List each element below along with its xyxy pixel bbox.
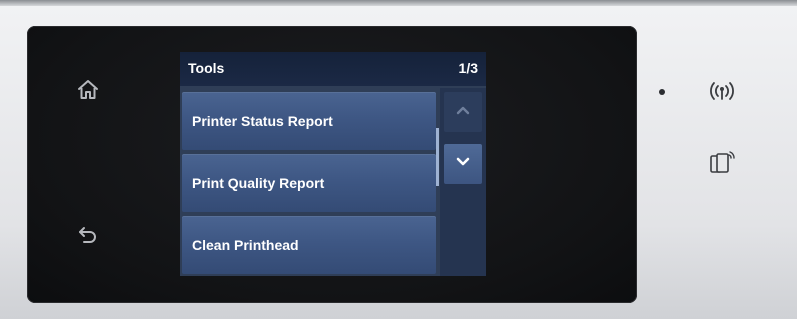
chevron-up-icon (455, 103, 471, 121)
chevron-down-icon (455, 155, 471, 173)
back-arrow-icon (76, 223, 100, 252)
scroll-down-button[interactable] (444, 144, 482, 184)
touch-screen: Tools 1/3 Printer Status Report Print Qu… (180, 52, 486, 276)
screen-header: Tools 1/3 (180, 52, 486, 86)
page-indicator: 1/3 (458, 60, 478, 76)
wireless-icon (705, 78, 739, 104)
scroll-thumb[interactable] (436, 128, 439, 186)
menu-item-label: Print Quality Report (192, 175, 325, 191)
menu-item-print-quality-report[interactable]: Print Quality Report (182, 154, 436, 212)
scroll-up-button[interactable] (444, 92, 482, 132)
menu-item-label: Clean Printhead (192, 237, 299, 253)
scrollbar[interactable] (436, 88, 486, 276)
nfc-tap-icon (706, 146, 740, 180)
tools-menu-list: Printer Status Report Print Quality Repo… (180, 90, 438, 276)
status-led (659, 89, 665, 95)
menu-item-printer-status-report[interactable]: Printer Status Report (182, 92, 436, 150)
home-button[interactable] (70, 74, 106, 110)
menu-item-label: Printer Status Report (192, 113, 333, 129)
screen-title: Tools (188, 60, 225, 76)
home-icon (76, 78, 100, 107)
menu-item-clean-printhead[interactable]: Clean Printhead (182, 216, 436, 274)
back-button[interactable] (70, 219, 106, 255)
